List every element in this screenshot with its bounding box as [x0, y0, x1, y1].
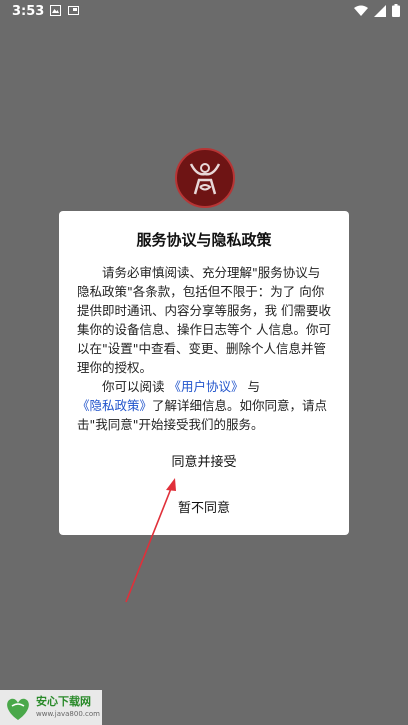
- heart-logo-icon: [7, 698, 29, 720]
- site-watermark: 安心下载网 www.java800.com: [0, 690, 102, 725]
- watermark-name: 安心下载网: [36, 694, 91, 708]
- watermark-url: www.java800.com: [36, 709, 100, 718]
- annotation-arrow: [125, 478, 176, 603]
